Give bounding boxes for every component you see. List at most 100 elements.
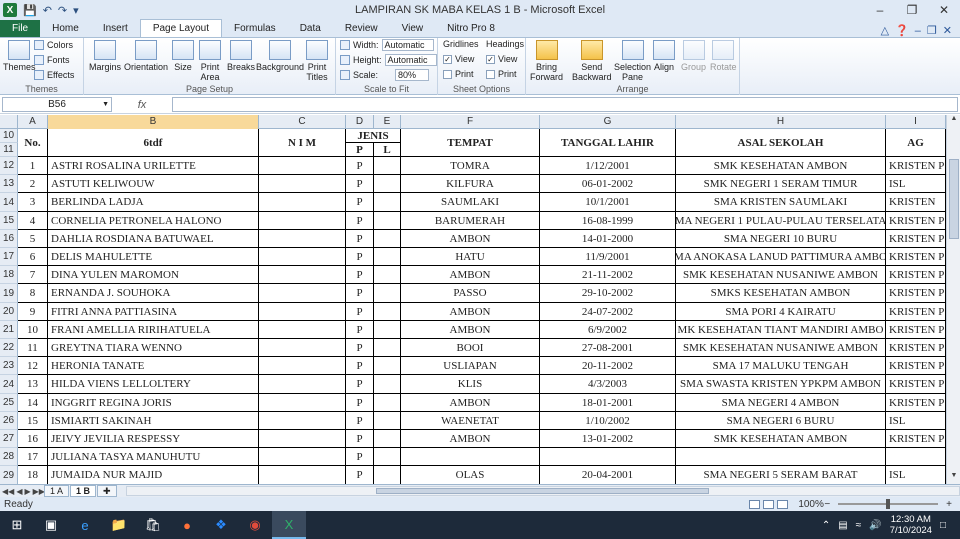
workbook-minimize-icon[interactable]: – [915, 25, 921, 37]
cell-p[interactable]: P [346, 412, 374, 430]
cell-agama[interactable]: KRISTEN P [886, 230, 946, 248]
cell-no[interactable]: 12 [18, 357, 48, 375]
cell-l[interactable] [374, 248, 401, 266]
bring-forward-button[interactable]: Bring Forward [530, 40, 563, 82]
gridlines-view[interactable]: ✓ View [443, 54, 474, 64]
height-select[interactable]: Automatic [384, 54, 437, 66]
cell-agama[interactable]: KRISTEN P [886, 248, 946, 266]
cell-p[interactable]: P [346, 303, 374, 321]
cell-name[interactable]: DELIS MAHULETTE [48, 248, 259, 266]
row-header[interactable]: 10 [0, 129, 18, 143]
cell-l[interactable] [374, 266, 401, 284]
cell-agama[interactable]: KRISTEN P [886, 303, 946, 321]
cell-nim[interactable] [259, 394, 346, 412]
cell-name[interactable]: HILDA VIENS LELLOLTERY [48, 375, 259, 394]
row-header[interactable]: 11 [0, 143, 18, 157]
cell-no[interactable]: 4 [18, 212, 48, 230]
cell-tanggal[interactable] [540, 448, 676, 466]
edge-browser-icon[interactable]: e [68, 511, 102, 539]
header-p[interactable]: P [346, 143, 374, 157]
gridlines-view-checkbox[interactable]: ✓ [443, 54, 452, 64]
rotate-button[interactable]: Rotate [710, 40, 737, 72]
zoom-in-icon[interactable]: + [946, 499, 960, 510]
zoom-out-icon[interactable]: − [824, 499, 830, 510]
cell-agama[interactable]: KRISTEN P [886, 266, 946, 284]
windows-start-icon[interactable]: ⊞ [0, 511, 34, 539]
tab-view[interactable]: View [390, 20, 436, 37]
tab-review[interactable]: Review [333, 20, 390, 37]
cell-nim[interactable] [259, 357, 346, 375]
cell-tanggal[interactable]: 1/12/2001 [540, 157, 676, 175]
cell-nim[interactable] [259, 412, 346, 430]
cell-name[interactable]: HERONIA TANATE [48, 357, 259, 375]
column-header-d[interactable]: D [346, 115, 374, 129]
column-header-c[interactable]: C [259, 115, 346, 129]
cell-agama[interactable]: KRISTEN P [886, 430, 946, 448]
cell-tanggal[interactable]: 29-10-2002 [540, 284, 676, 303]
cell-asal-sekolah[interactable]: MK KESEHATAN TIANT MANDIRI AMBO [676, 321, 886, 339]
cell-p[interactable]: P [346, 193, 374, 212]
tray-chevron-icon[interactable]: ⌃ [822, 520, 830, 531]
cell-p[interactable]: P [346, 248, 374, 266]
cell-l[interactable] [374, 412, 401, 430]
cell-agama[interactable]: KRISTEN P [886, 157, 946, 175]
cell-tanggal[interactable]: 16-08-1999 [540, 212, 676, 230]
cell-p[interactable]: P [346, 157, 374, 175]
background-button[interactable]: Background [256, 40, 304, 72]
cell-nim[interactable] [259, 284, 346, 303]
cell-tanggal[interactable]: 24-07-2002 [540, 303, 676, 321]
cell-asal-sekolah[interactable]: SMKS KESEHATAN AMBON [676, 284, 886, 303]
row-header[interactable]: 29 [0, 466, 18, 484]
chrome-icon[interactable]: ◉ [238, 511, 272, 539]
tab-home[interactable]: Home [40, 20, 91, 37]
cell-tanggal[interactable]: 11/9/2001 [540, 248, 676, 266]
header-no[interactable]: No. [18, 129, 48, 157]
cell-asal-sekolah[interactable]: SMK NEGERI 1 SERAM TIMUR [676, 175, 886, 193]
cell-nim[interactable] [259, 248, 346, 266]
cell-asal-sekolah[interactable]: SMA NEGERI 4 AMBON [676, 394, 886, 412]
cell-name[interactable]: ASTUTI KELIWOUW [48, 175, 259, 193]
store-icon[interactable]: 🛍 [136, 511, 170, 539]
name-box-dropdown-icon[interactable]: ▼ [102, 101, 109, 108]
cell-p[interactable]: P [346, 266, 374, 284]
cell-asal-sekolah[interactable]: MA NEGERI 1 PULAU-PULAU TERSELATA [676, 212, 886, 230]
workbook-restore-icon[interactable]: ❐ [927, 24, 937, 37]
cell-tempat[interactable]: KILFURA [401, 175, 540, 193]
themes-button[interactable]: Themes [3, 40, 36, 72]
file-explorer-icon[interactable]: 📁 [102, 511, 136, 539]
header-nim[interactable]: N I M [259, 129, 346, 157]
row-header[interactable]: 27 [0, 430, 18, 448]
cell-agama[interactable]: ISL [886, 466, 946, 484]
redo-icon[interactable]: ↷ [58, 4, 67, 17]
send-backward-button[interactable]: Send Backward [572, 40, 612, 82]
width-select[interactable]: Automatic [381, 39, 434, 51]
network-icon[interactable]: ▤ [838, 520, 847, 531]
cell-agama[interactable]: KRISTEN [886, 193, 946, 212]
cell-tempat[interactable]: AMBON [401, 394, 540, 412]
cell-name[interactable]: CORNELIA PETRONELA HALONO [48, 212, 259, 230]
cell-p[interactable]: P [346, 375, 374, 394]
cell-nim[interactable] [259, 430, 346, 448]
cell-name[interactable]: GREYTNA TIARA WENNO [48, 339, 259, 357]
cell-agama[interactable] [886, 448, 946, 466]
cell-agama[interactable]: ISL [886, 412, 946, 430]
cell-agama[interactable]: ISL [886, 175, 946, 193]
zoom-slider[interactable] [838, 499, 939, 509]
horizontal-scroll-thumb[interactable] [376, 488, 710, 494]
cell-p[interactable]: P [346, 212, 374, 230]
sheet-tab-1b[interactable]: 1 B [70, 485, 97, 497]
cell-name[interactable]: JUMAIDA NUR MAJID [48, 466, 259, 484]
effects-button[interactable]: Effects [34, 70, 74, 80]
cell-p[interactable]: P [346, 339, 374, 357]
cell-asal-sekolah[interactable]: SMA SWASTA KRISTEN YPKPM AMBON [676, 375, 886, 394]
minimize-ribbon-icon[interactable]: △ [881, 24, 889, 37]
header-tempat[interactable]: TEMPAT [401, 129, 540, 157]
formula-input[interactable] [172, 97, 958, 112]
cell-nim[interactable] [259, 175, 346, 193]
vertical-scroll-thumb[interactable] [949, 159, 959, 239]
cell-name[interactable]: JULIANA TASYA MANUHUTU [48, 448, 259, 466]
cell-asal-sekolah[interactable]: SMA NEGERI 10 BURU [676, 230, 886, 248]
cell-p[interactable]: P [346, 357, 374, 375]
first-sheet-icon[interactable]: ◀◀ [2, 487, 14, 496]
select-all-corner[interactable] [0, 115, 18, 129]
